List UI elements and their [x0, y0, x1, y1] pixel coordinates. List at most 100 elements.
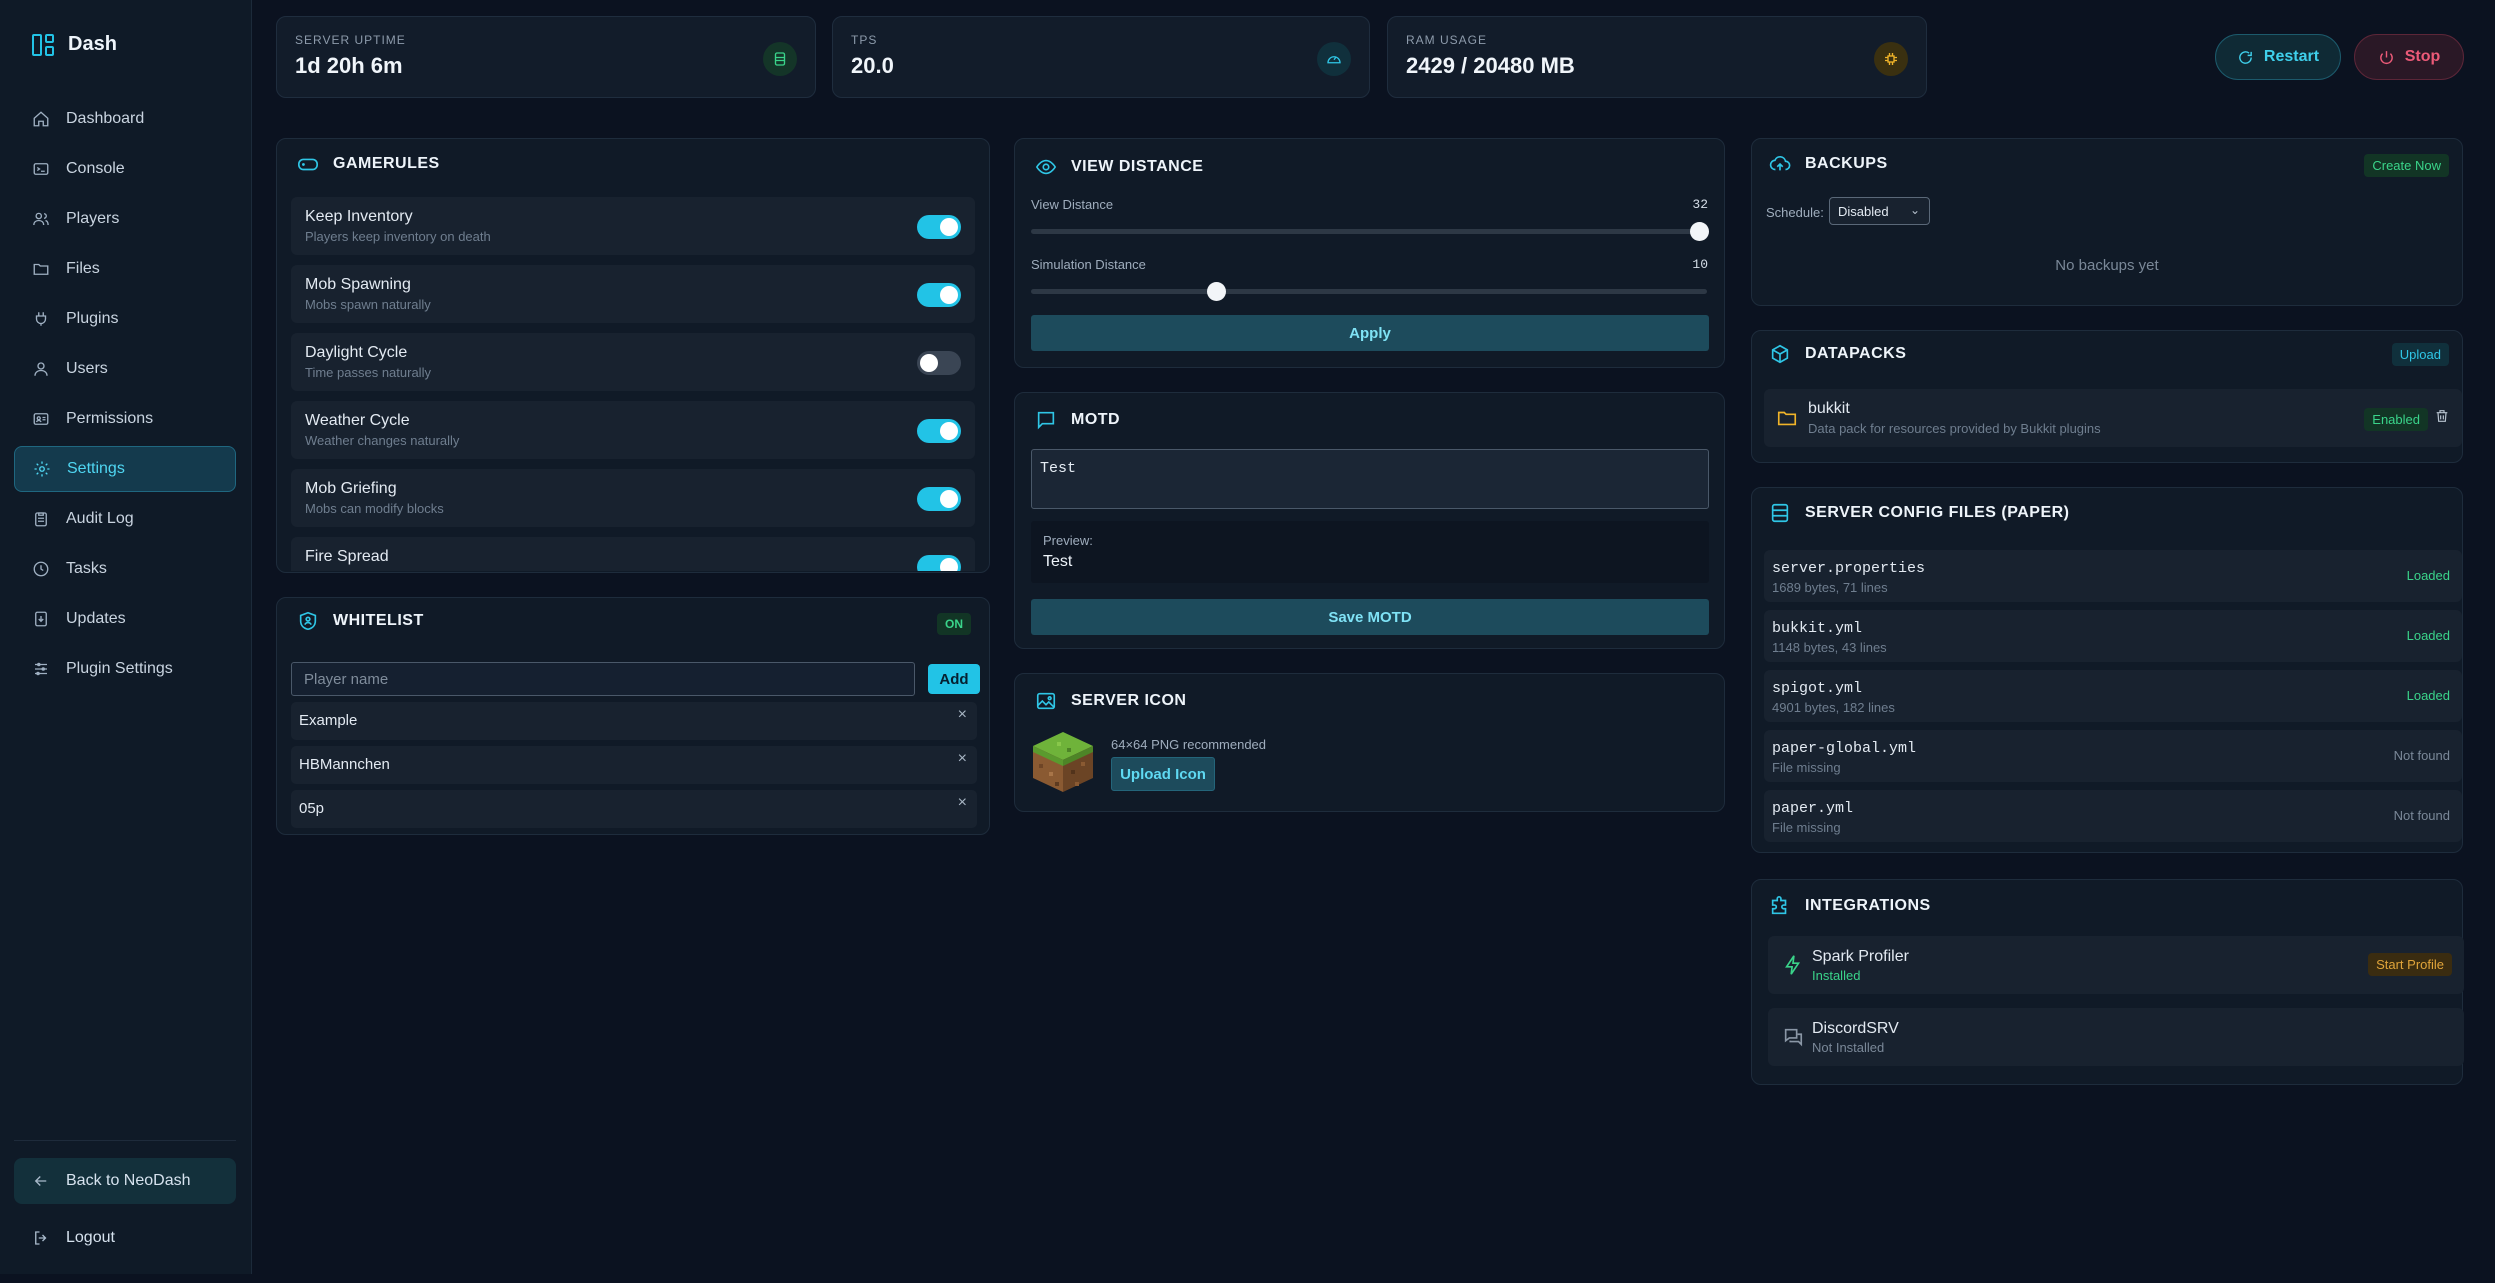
- restart-button[interactable]: Restart: [2215, 34, 2341, 80]
- remove-icon[interactable]: ×: [958, 750, 967, 768]
- sidebar-item-tasks[interactable]: Tasks: [14, 546, 236, 592]
- datapack-status-badge[interactable]: Enabled: [2364, 408, 2428, 431]
- home-icon: [33, 111, 49, 127]
- panel-title: SERVER ICON: [1071, 692, 1187, 709]
- brand[interactable]: Dash: [32, 33, 117, 56]
- sidebar-item-label: Dashboard: [66, 110, 145, 127]
- sidebar-item-label: Players: [66, 210, 120, 227]
- sidebar-divider: [14, 1140, 236, 1141]
- schedule-value: Disabled: [1838, 204, 1889, 219]
- motd-preview: Preview: Test: [1031, 521, 1709, 583]
- clock-icon: [33, 561, 49, 577]
- gamerule-name: Mob Spawning: [305, 276, 411, 293]
- config-file-name: bukkit.yml: [1772, 620, 1863, 637]
- apply-button[interactable]: Apply: [1031, 315, 1709, 351]
- stat-label: RAM USAGE: [1406, 33, 1488, 47]
- config-file-status: Not found: [2393, 748, 2450, 763]
- sidebar-item-audit-log[interactable]: Audit Log: [14, 496, 236, 542]
- back-to-neodash-button[interactable]: Back to NeoDash: [14, 1158, 236, 1204]
- sidebar-item-label: Users: [66, 360, 108, 377]
- gamerule-toggle[interactable]: [917, 487, 961, 511]
- gamerule-row: Mob Griefing Mobs can modify blocks: [291, 469, 975, 527]
- motd-input[interactable]: Test: [1031, 449, 1709, 509]
- arrow-left-icon: [34, 1176, 47, 1186]
- slider-thumb[interactable]: [1206, 282, 1226, 301]
- config-file-row[interactable]: bukkit.yml 1148 bytes, 43 lines Loaded: [1764, 610, 2462, 662]
- backups-empty-state: No backups yet: [2055, 257, 2159, 274]
- view-distance-label: View Distance: [1031, 197, 1114, 212]
- sidebar: Dash Dashboard Console Players Files Plu…: [0, 0, 252, 1274]
- icon-size-hint: 64×64 PNG recommended: [1111, 737, 1267, 752]
- package-icon: [1771, 344, 1789, 364]
- remove-icon[interactable]: ×: [958, 794, 967, 812]
- whitelist-item: HBMannchen ×: [291, 746, 977, 784]
- sidebar-nav: Dashboard Console Players Files Plugins …: [14, 96, 236, 696]
- config-file-row[interactable]: server.properties 1689 bytes, 71 lines L…: [1764, 550, 2462, 602]
- gamerule-toggle[interactable]: [917, 419, 961, 443]
- server-icon-preview: [1031, 730, 1095, 794]
- whitelist-item: Example ×: [291, 702, 977, 740]
- trash-icon[interactable]: [2434, 408, 2450, 424]
- config-file-name: paper.yml: [1772, 800, 1854, 817]
- sidebar-item-settings[interactable]: Settings: [14, 446, 236, 492]
- add-player-button[interactable]: Add: [928, 664, 980, 694]
- integration-status: Not Installed: [1812, 1040, 1885, 1055]
- config-file-name: paper-global.yml: [1772, 740, 1917, 757]
- config-file-status: Not found: [2393, 808, 2450, 823]
- sidebar-item-dashboard[interactable]: Dashboard: [14, 96, 236, 142]
- panel-header: WHITELIST: [297, 610, 424, 632]
- gamepad-icon: [298, 158, 318, 171]
- config-file-row[interactable]: spigot.yml 4901 bytes, 182 lines Loaded: [1764, 670, 2462, 722]
- gamerule-toggle[interactable]: [917, 283, 961, 307]
- gamerules-list[interactable]: Keep Inventory Players keep inventory on…: [277, 197, 991, 571]
- view-distance-slider[interactable]: [1031, 222, 1709, 241]
- stop-button[interactable]: Stop: [2354, 34, 2464, 80]
- sidebar-item-files[interactable]: Files: [14, 246, 236, 292]
- integration-name: Spark Profiler: [1812, 948, 1909, 965]
- upload-datapack-button[interactable]: Upload: [2391, 343, 2449, 366]
- sidebar-item-label: Audit Log: [66, 510, 134, 527]
- gamerule-name: Weather Cycle: [305, 412, 410, 429]
- remove-icon[interactable]: ×: [958, 706, 967, 724]
- save-motd-button[interactable]: Save MOTD: [1031, 599, 1709, 635]
- config-file-name: server.properties: [1772, 560, 1926, 577]
- chat-icon: [1784, 1028, 1803, 1047]
- schedule-select[interactable]: Disabled ⌄: [1829, 197, 1930, 225]
- start-profile-button[interactable]: Start Profile: [2368, 953, 2452, 976]
- gamerule-toggle[interactable]: [917, 555, 961, 571]
- gamerule-row: Keep Inventory Players keep inventory on…: [291, 197, 975, 255]
- player-name-input[interactable]: [291, 662, 915, 696]
- panel-header: INTEGRATIONS: [1769, 895, 1931, 917]
- sidebar-item-updates[interactable]: Updates: [14, 596, 236, 642]
- gamerule-desc: Players keep inventory on death: [305, 229, 491, 244]
- server-icon: [763, 42, 797, 76]
- simulation-distance-slider[interactable]: [1031, 282, 1707, 301]
- create-backup-button[interactable]: Create Now: [2364, 154, 2449, 177]
- whitelist-panel: WHITELIST ON Add Example × HBMannchen × …: [276, 597, 990, 835]
- sidebar-item-plugins[interactable]: Plugins: [14, 296, 236, 342]
- lightning-icon: [1785, 955, 1801, 975]
- sidebar-item-plugin-settings[interactable]: Plugin Settings: [14, 646, 236, 692]
- config-file-row[interactable]: paper-global.yml File missing Not found: [1764, 730, 2462, 782]
- panel-title: DATAPACKS: [1805, 345, 1907, 362]
- gauge-icon: [1317, 42, 1351, 76]
- config-file-row[interactable]: paper.yml File missing Not found: [1764, 790, 2462, 842]
- motd-panel: MOTD Test Preview: Test Save MOTD: [1014, 392, 1725, 649]
- sidebar-item-users[interactable]: Users: [14, 346, 236, 392]
- stop-label: Stop: [2404, 48, 2441, 65]
- sidebar-item-permissions[interactable]: Permissions: [14, 396, 236, 442]
- gamerule-row: Weather Cycle Weather changes naturally: [291, 401, 975, 459]
- slider-thumb[interactable]: [1689, 222, 1709, 241]
- id-card-icon: [33, 413, 49, 425]
- logout-button[interactable]: Logout: [14, 1215, 236, 1261]
- panel-header: MOTD: [1035, 409, 1120, 431]
- gamerule-toggle[interactable]: [917, 351, 961, 375]
- sidebar-item-console[interactable]: Console: [14, 146, 236, 192]
- folder-icon: [1777, 411, 1797, 426]
- sidebar-item-players[interactable]: Players: [14, 196, 236, 242]
- datapacks-panel: DATAPACKS Upload bukkit Data pack for re…: [1751, 330, 2463, 463]
- panel-title: GAMERULES: [333, 155, 440, 172]
- gamerule-toggle[interactable]: [917, 215, 961, 239]
- whitelist-status-badge[interactable]: ON: [937, 613, 971, 635]
- upload-icon-button[interactable]: Upload Icon: [1111, 757, 1215, 791]
